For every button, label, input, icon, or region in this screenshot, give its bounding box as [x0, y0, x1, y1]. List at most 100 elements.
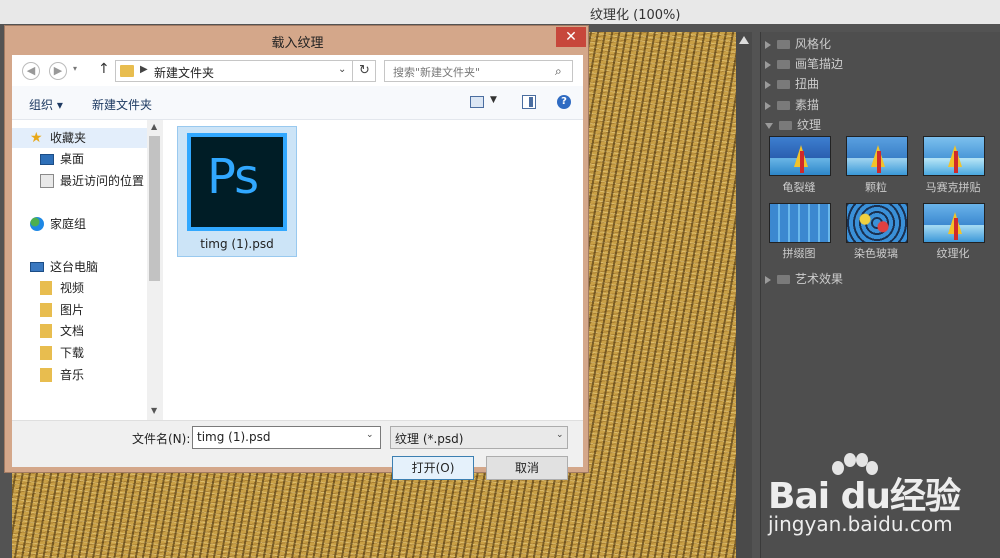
back-arrow-icon[interactable]: ◀: [22, 62, 40, 80]
collapsed-triangle-icon: [765, 101, 771, 110]
expanded-triangle-icon: [765, 122, 773, 129]
search-placeholder: 搜索"新建文件夹": [393, 66, 481, 79]
folder-icon: [777, 40, 790, 49]
recent-dropdown-icon[interactable]: ▾: [73, 64, 77, 73]
nav-this-pc[interactable]: 这台电脑: [12, 257, 147, 277]
file-type-select[interactable]: 纹理 (*.psd): [390, 426, 568, 449]
documents-folder-icon: [40, 324, 52, 338]
breadcrumb-folder[interactable]: 新建文件夹: [154, 64, 214, 81]
view-dropdown-icon[interactable]: ▼: [490, 95, 497, 105]
breadcrumb-chevron-icon[interactable]: ▶: [140, 64, 148, 75]
thumb-label: 马赛克拼贴: [925, 181, 981, 194]
command-bar: 组织 ▾ 新建文件夹 ▼ ?: [12, 86, 583, 120]
cancel-button[interactable]: 取消: [486, 456, 568, 480]
forward-arrow-icon[interactable]: ▶: [49, 62, 67, 80]
open-button[interactable]: 打开(O): [392, 456, 474, 480]
preview-pane-icon[interactable]: [522, 95, 536, 109]
navigation-bar: ◀ ▶ ▾ ↑ ▶ 新建文件夹 ⌄ ↻ 搜索"新建文件夹" ⌕: [12, 55, 583, 85]
up-arrow-icon[interactable]: ↑: [98, 61, 110, 77]
category-artistic[interactable]: 艺术效果: [761, 269, 1000, 289]
category-label: 画笔描边: [795, 57, 844, 71]
change-view-icon[interactable]: [470, 96, 484, 108]
organize-menu[interactable]: 组织 ▾: [29, 96, 63, 113]
thumb-label: 龟裂缝: [782, 181, 816, 194]
nav-desktop[interactable]: 桌面: [12, 149, 147, 169]
filename-label: 文件名(N):: [132, 432, 191, 446]
category-sketch[interactable]: 素描: [761, 95, 1000, 115]
folder-open-icon: [779, 121, 792, 130]
refresh-icon[interactable]: ↻: [352, 61, 376, 81]
file-item[interactable]: Ps timg (1).psd: [177, 126, 297, 257]
nav-documents[interactable]: 文档: [12, 321, 147, 341]
ps-window-title: 纹理化 (100%): [590, 8, 681, 23]
nav-label: 文档: [60, 324, 85, 338]
thumb-label: 拼缀图: [782, 247, 816, 260]
folder-icon: [777, 275, 790, 284]
filename-input[interactable]: timg (1).psd: [192, 426, 381, 449]
music-folder-icon: [40, 368, 52, 382]
star-icon: ★: [30, 130, 43, 146]
thumb-stained-glass[interactable]: [846, 203, 908, 243]
address-bar[interactable]: ▶ 新建文件夹 ⌄ ↻: [115, 60, 376, 82]
sail-stripe: [877, 151, 881, 173]
category-brush-strokes[interactable]: 画笔描边: [761, 54, 1000, 74]
new-folder-button[interactable]: 新建文件夹: [92, 96, 152, 113]
nav-music[interactable]: 音乐: [12, 365, 147, 385]
dialog-footer: 文件名(N): timg (1).psd ⌄ 纹理 (*.psd) ⌄ 打开(O…: [12, 420, 583, 480]
nav-scrollbar[interactable]: ▲ ▼: [147, 120, 162, 420]
collapsed-triangle-icon: [765, 275, 771, 284]
nav-label: 这台电脑: [50, 260, 99, 274]
nav-homegroup[interactable]: 家庭组: [12, 214, 147, 234]
thumb-patchwork[interactable]: [769, 203, 831, 243]
scroll-up-icon[interactable]: ▲: [151, 122, 157, 131]
homegroup-icon: [30, 217, 44, 231]
thumb-craquelure[interactable]: [769, 136, 831, 176]
close-button[interactable]: ✕: [556, 27, 586, 47]
sail-stripe: [954, 151, 958, 173]
preview-scrollbar[interactable]: [736, 32, 752, 558]
navigation-pane: ★ 收藏夹 桌面 最近访问的位置 家庭组 这台电脑 视频 图片 文档 下载 音乐…: [12, 120, 162, 420]
nav-recent[interactable]: 最近访问的位置: [12, 171, 147, 191]
nav-downloads[interactable]: 下载: [12, 343, 147, 363]
desktop-icon: [40, 154, 54, 165]
category-label: 纹理: [797, 118, 822, 132]
nav-favorites[interactable]: ★ 收藏夹: [12, 128, 147, 148]
category-label: 扭曲: [795, 77, 820, 91]
address-dropdown-icon[interactable]: ⌄: [338, 64, 346, 75]
baidu-jingyan-watermark: Bai du经验 jingyan.baidu.com: [760, 445, 1000, 558]
collapsed-triangle-icon: [765, 40, 771, 49]
thumb-mosaic-tiles[interactable]: [923, 136, 985, 176]
downloads-folder-icon: [40, 346, 52, 360]
category-label: 风格化: [795, 37, 832, 51]
filename-dropdown-icon[interactable]: ⌄: [366, 430, 374, 440]
category-label: 素描: [795, 98, 820, 112]
scrollbar-thumb[interactable]: [149, 136, 160, 281]
videos-folder-icon: [40, 281, 52, 295]
nav-videos[interactable]: 视频: [12, 278, 147, 298]
thumb-label: 染色玻璃: [854, 247, 898, 260]
collapsed-triangle-icon: [765, 60, 771, 69]
scroll-down-icon[interactable]: ▼: [151, 406, 157, 415]
scroll-up-icon[interactable]: [739, 36, 749, 44]
folder-icon: [777, 60, 790, 69]
thumb-texturizer[interactable]: [923, 203, 985, 243]
category-distort[interactable]: 扭曲: [761, 74, 1000, 94]
category-texture[interactable]: 纹理: [761, 115, 1000, 135]
computer-icon: [30, 262, 44, 272]
file-type-dropdown-icon[interactable]: ⌄: [556, 430, 564, 440]
watermark-url: jingyan.baidu.com: [768, 512, 953, 536]
category-stylize[interactable]: 风格化: [761, 34, 1000, 54]
ps-titlebar: 纹理化 (100%): [0, 0, 1000, 24]
dialog-title: 载入纹理: [271, 36, 324, 51]
search-icon[interactable]: ⌕: [555, 64, 562, 79]
photoshop-file-icon: Ps: [187, 133, 287, 231]
nav-label: 桌面: [60, 152, 85, 166]
search-input[interactable]: 搜索"新建文件夹" ⌕: [384, 60, 573, 82]
recent-places-icon: [40, 174, 54, 188]
file-list: Ps timg (1).psd: [162, 120, 583, 420]
load-texture-dialog: 载入纹理 ✕ ◀ ▶ ▾ ↑ ▶ 新建文件夹 ⌄ ↻ 搜索"新建文件夹" ⌕ 组…: [4, 25, 589, 480]
thumb-label: 颗粒: [865, 181, 887, 194]
help-icon[interactable]: ?: [557, 95, 571, 109]
thumb-grain[interactable]: [846, 136, 908, 176]
nav-pictures[interactable]: 图片: [12, 300, 147, 320]
